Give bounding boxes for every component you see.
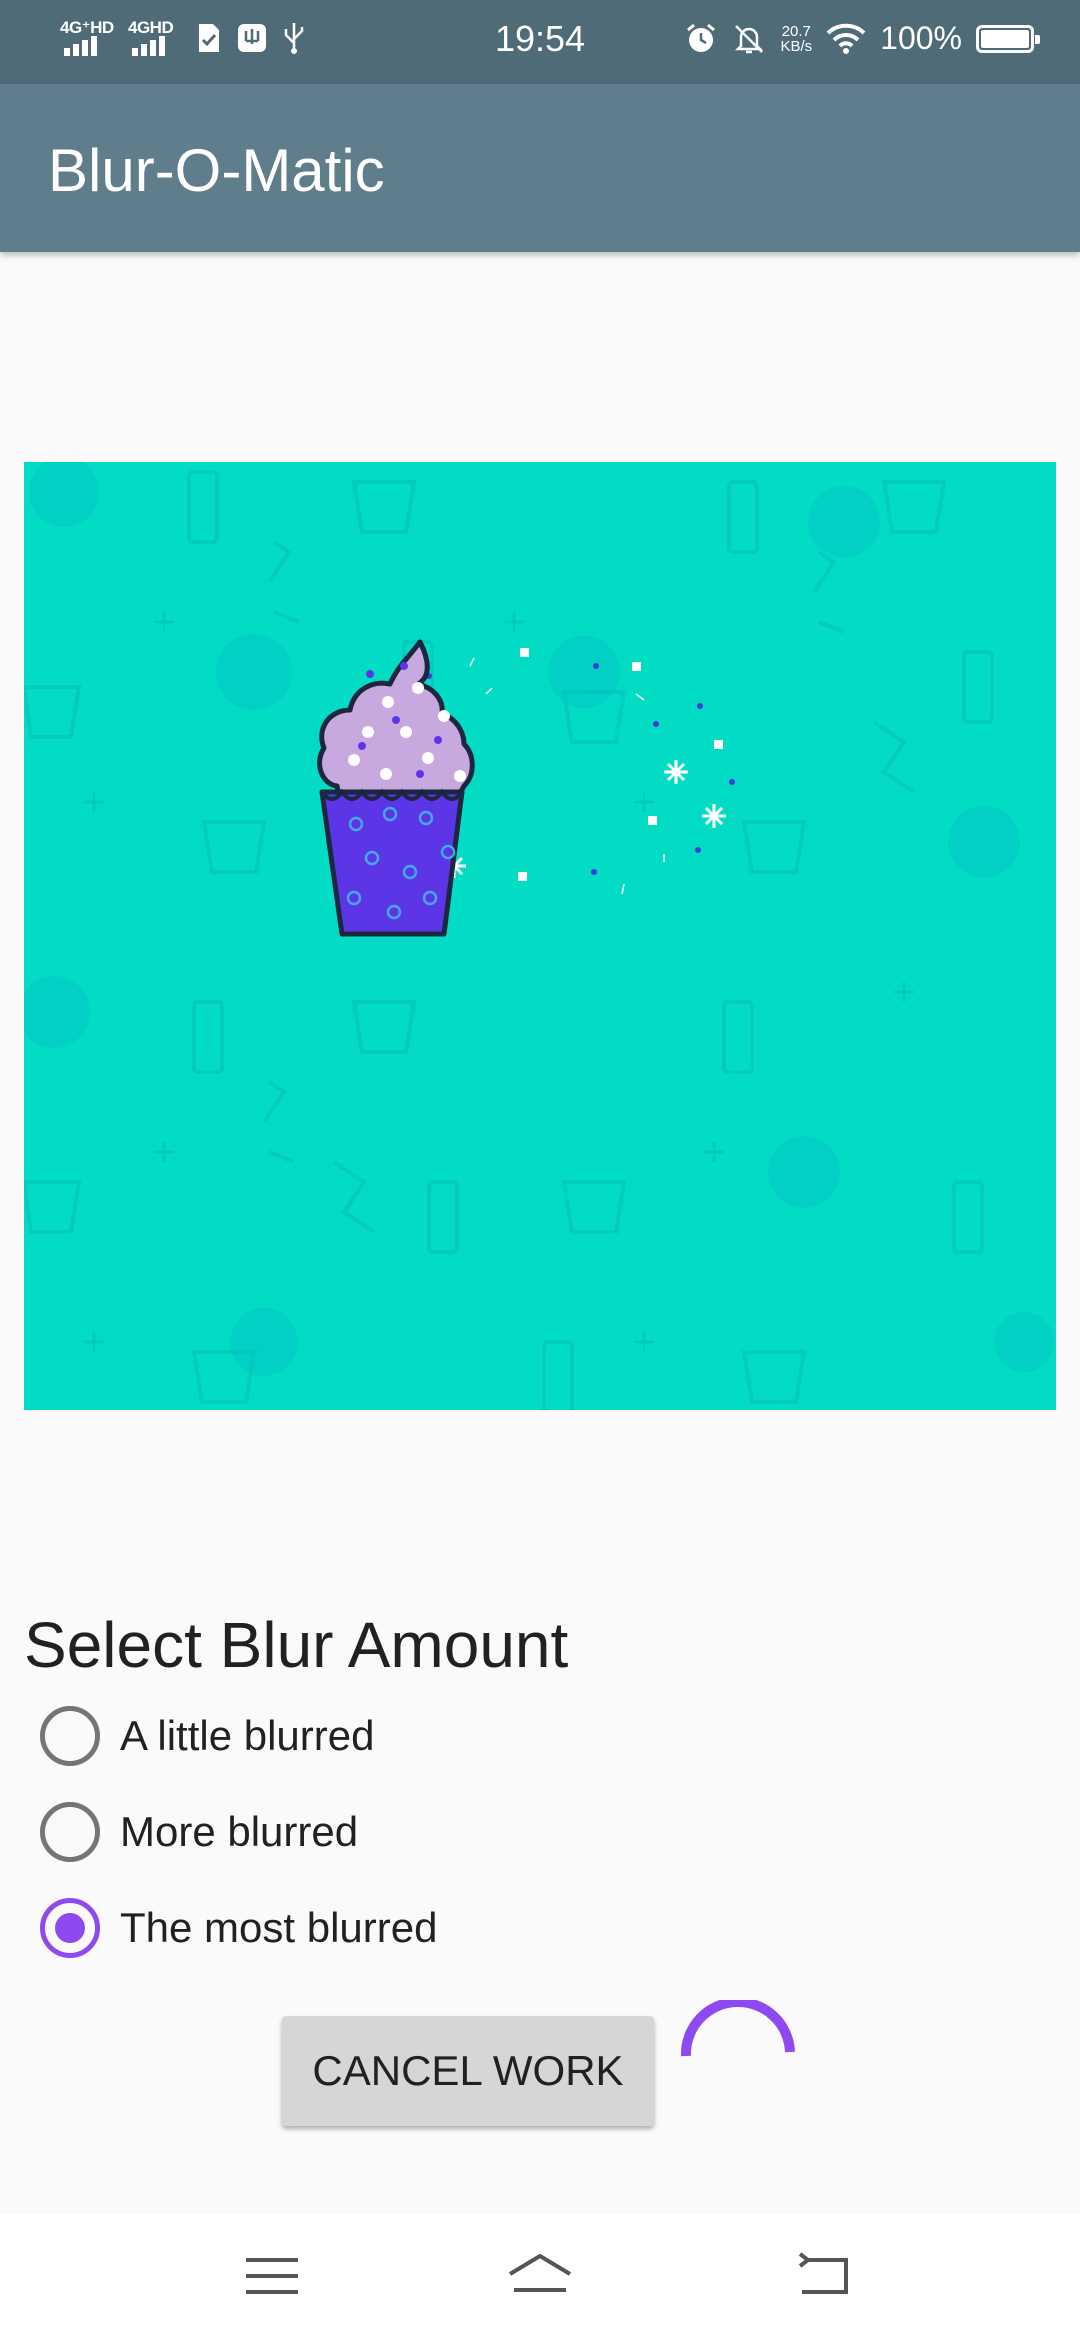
status-right-icons: 20.7 KB/s 100% — [684, 20, 1040, 57]
home-icon[interactable] — [500, 2244, 580, 2308]
net-speed-value: 20.7 — [781, 22, 811, 40]
radio-option-more[interactable]: More blurred — [40, 1792, 358, 1872]
app-title: Blur-O-Matic — [48, 137, 385, 204]
radio-button-selected[interactable] — [40, 1898, 100, 1958]
radio-button[interactable] — [40, 1706, 100, 1766]
radio-option-little[interactable]: A little blurred — [40, 1696, 374, 1776]
screen: 4G⁺HD 4GHD 19:54 20.7 KB/s 100% Blur-O-M… — [0, 0, 1080, 2340]
battery-percent: 100% — [880, 20, 962, 56]
menu-icon[interactable] — [232, 2244, 312, 2308]
cupcake-preview-image — [24, 462, 1056, 1410]
select-blur-title: Select Blur Amount — [24, 1609, 569, 1681]
app-bar: Blur-O-Matic — [0, 84, 1080, 252]
status-bar: 4G⁺HD 4GHD 19:54 20.7 KB/s 100% — [0, 0, 1080, 84]
net-speed: 20.7 KB/s — [780, 24, 812, 54]
wifi-icon — [826, 23, 866, 54]
battery-icon — [976, 24, 1040, 53]
alarm-icon — [687, 23, 716, 52]
radio-label: A little blurred — [120, 1712, 375, 1759]
cancel-work-button[interactable]: CANCEL WORK — [282, 2016, 654, 2126]
radio-option-most[interactable]: The most blurred — [40, 1888, 437, 1968]
radio-label: The most blurred — [120, 1904, 438, 1951]
radio-label: More blurred — [120, 1808, 359, 1855]
net-speed-unit: KB/s — [780, 37, 813, 55]
radio-button[interactable] — [40, 1802, 100, 1862]
progress-spinner-icon — [680, 2000, 795, 2057]
navigation-bar — [0, 2214, 1080, 2340]
notifications-off-icon — [735, 24, 764, 53]
back-icon[interactable] — [784, 2244, 864, 2308]
